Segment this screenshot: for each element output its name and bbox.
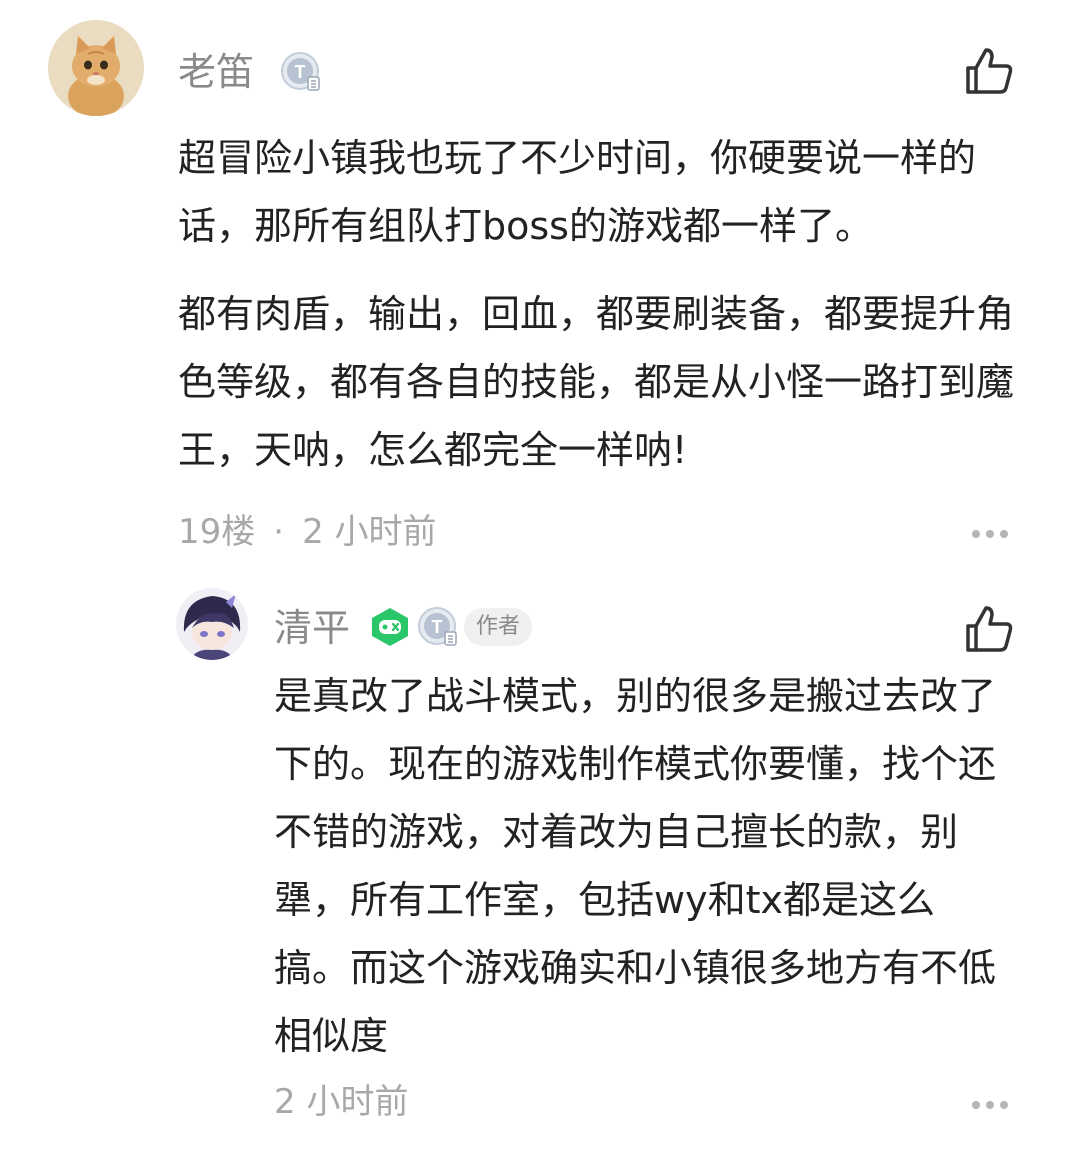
t-level-badge-icon: T bbox=[280, 51, 322, 93]
reply-time: 2 小时前 bbox=[274, 1082, 409, 1122]
thumbs-up-icon bbox=[966, 606, 1013, 652]
reply-body: 是真改了战斗模式，别的很多是搬过去改了下的。现在的游戏制作模式你要懂，找个还不错… bbox=[274, 674, 997, 1058]
more-button[interactable] bbox=[970, 525, 1010, 538]
svg-text:T: T bbox=[295, 62, 306, 82]
comment-paragraph: 超冒险小镇我也玩了不少时间，你硬要说一样的话，那所有组队打boss的游戏都一样了… bbox=[178, 136, 977, 248]
t-level-badge-icon: T bbox=[417, 606, 459, 648]
comment-body: 超冒险小镇我也玩了不少时间，你硬要说一样的话，那所有组队打boss的游戏都一样了… bbox=[178, 124, 1020, 484]
meta-separator: · bbox=[273, 512, 285, 552]
like-button[interactable] bbox=[962, 602, 1016, 656]
cat-avatar-icon bbox=[48, 20, 144, 116]
thumbs-up-icon bbox=[966, 48, 1013, 94]
anime-avatar-icon bbox=[176, 588, 248, 660]
floor-number: 19楼 bbox=[178, 512, 256, 552]
more-button[interactable] bbox=[970, 1096, 1010, 1109]
comment-time: 2 小时前 bbox=[302, 512, 437, 552]
more-dots-icon bbox=[972, 530, 1008, 538]
svg-text:T: T bbox=[432, 617, 443, 637]
author-tag: 作者 bbox=[464, 608, 533, 646]
avatar[interactable] bbox=[48, 20, 144, 116]
like-button[interactable] bbox=[962, 44, 1016, 98]
gamepad-badge-icon bbox=[369, 606, 411, 648]
avatar[interactable] bbox=[176, 588, 248, 660]
reply-author-name[interactable]: 清平 bbox=[274, 606, 350, 650]
comment-author-name[interactable]: 老笛 bbox=[178, 50, 254, 94]
more-dots-icon bbox=[972, 1101, 1008, 1109]
comment-meta: 19楼 · 2 小时前 bbox=[178, 512, 437, 552]
comment-paragraph: 都有肉盾，输出，回血，都要刷装备，都要提升角色等级，都有各自的技能，都是从小怪一… bbox=[178, 292, 1015, 472]
